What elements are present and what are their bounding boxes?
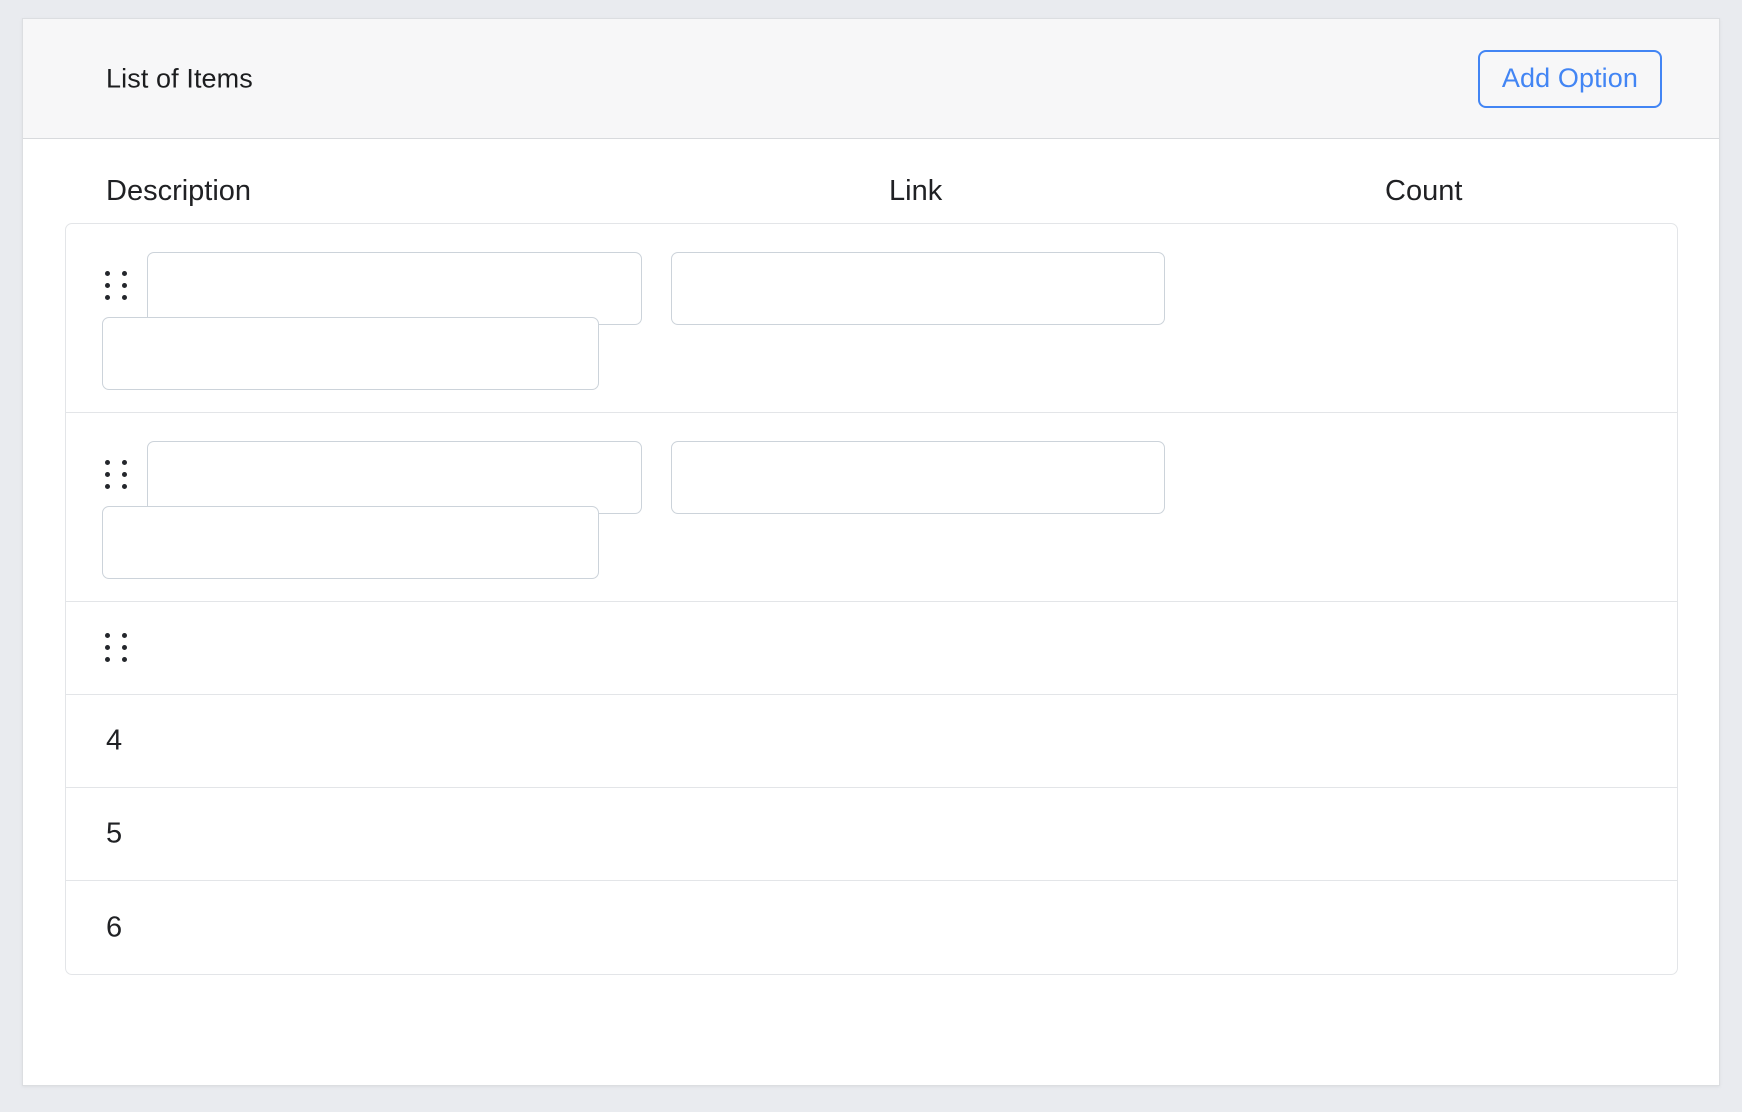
- drag-handle-dot: [122, 283, 127, 288]
- link-input[interactable]: [671, 441, 1165, 514]
- drag-handle-dot: [105, 645, 110, 650]
- drag-handle-dot: [105, 295, 110, 300]
- description-input[interactable]: [147, 441, 642, 514]
- description-secondary-input[interactable]: [102, 506, 599, 579]
- table-column-headers: Description Link Count: [23, 139, 1719, 223]
- row-label: 6: [106, 911, 123, 943]
- items-table: 4 5 6: [65, 223, 1678, 975]
- row-label: 4: [106, 724, 123, 757]
- column-header-link: Link: [889, 175, 943, 207]
- drag-handle-dot: [105, 460, 110, 465]
- table-row[interactable]: 5: [66, 788, 1677, 881]
- drag-handle-dot: [122, 657, 127, 662]
- description-input[interactable]: [147, 252, 642, 325]
- table-row[interactable]: [66, 224, 1677, 413]
- drag-handle-dot: [122, 460, 127, 465]
- drag-handle-dot: [122, 633, 127, 638]
- row-label: 5: [106, 817, 123, 850]
- drag-handle-dot: [122, 295, 127, 300]
- card-header: List of Items Add Option: [23, 19, 1719, 139]
- drag-handle-dot: [105, 283, 110, 288]
- table-row[interactable]: 6: [66, 881, 1677, 974]
- drag-handle-dot: [122, 271, 127, 276]
- drag-handle-icon[interactable]: [105, 271, 127, 303]
- items-card: List of Items Add Option Description Lin…: [22, 18, 1720, 1086]
- table-row[interactable]: [66, 602, 1677, 695]
- drag-handle-dot: [105, 472, 110, 477]
- add-option-button[interactable]: Add Option: [1477, 49, 1662, 108]
- drag-handle-dot: [105, 271, 110, 276]
- drag-handle-dot: [122, 472, 127, 477]
- card-body: Description Link Count 4 5 6: [23, 139, 1719, 975]
- page-title: List of Items: [106, 63, 253, 93]
- drag-handle-icon[interactable]: [105, 633, 127, 665]
- description-secondary-input[interactable]: [102, 317, 599, 390]
- drag-handle-dot: [122, 484, 127, 489]
- link-input[interactable]: [671, 252, 1165, 325]
- table-row[interactable]: 4: [66, 695, 1677, 788]
- drag-handle-dot: [105, 484, 110, 489]
- drag-handle-dot: [105, 657, 110, 662]
- column-header-description: Description: [106, 175, 252, 207]
- drag-handle-dot: [105, 633, 110, 638]
- column-header-count: Count: [1385, 175, 1463, 207]
- drag-handle-dot: [122, 645, 127, 650]
- drag-handle-icon[interactable]: [105, 460, 127, 492]
- table-row[interactable]: [66, 413, 1677, 602]
